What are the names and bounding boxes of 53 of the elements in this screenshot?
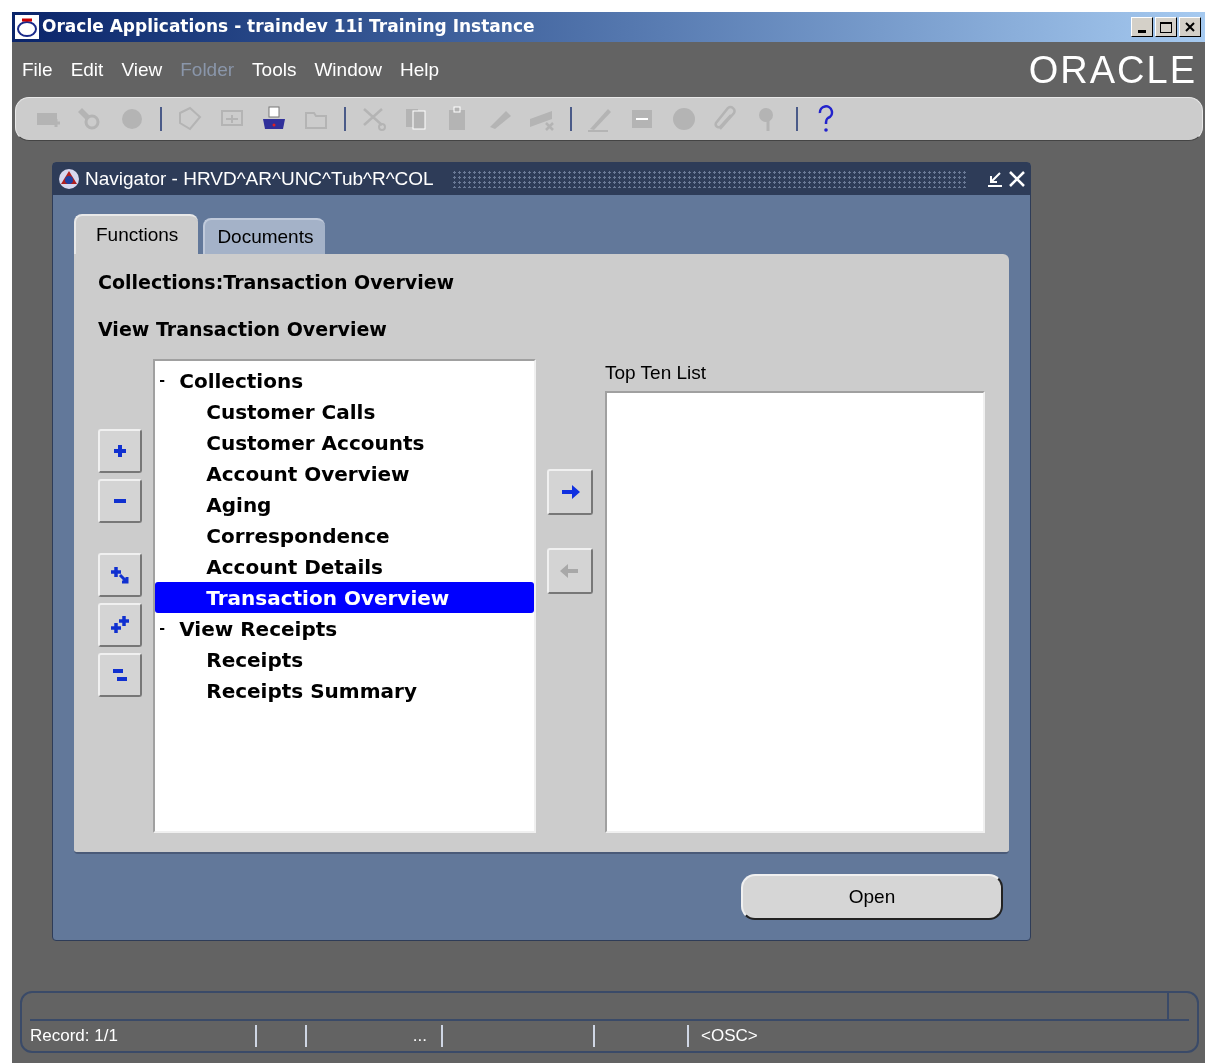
expand-branch-button[interactable] — [98, 553, 142, 597]
add-to-list-button[interactable] — [547, 469, 594, 515]
tree-item[interactable]: Aging — [155, 489, 534, 520]
collapse-button[interactable] — [98, 479, 142, 523]
selected-function-description: View Transaction Overview — [98, 316, 388, 342]
title-bar-grip[interactable] — [451, 170, 968, 188]
close-icon — [1185, 22, 1195, 32]
navigator-title: Navigator - HRVD^AR^UNC^Tub^R^COL — [85, 166, 434, 191]
minimize-button[interactable] — [1131, 17, 1153, 37]
maximize-button[interactable] — [1155, 17, 1177, 37]
tree-item[interactable]: Collections — [179, 365, 304, 396]
expanded-marker[interactable]: - — [155, 618, 180, 639]
close-button[interactable] — [1179, 17, 1201, 37]
tree-item[interactable]: Receipts Summary — [155, 675, 534, 706]
app-icon — [14, 14, 40, 40]
menu-item[interactable]: Tools — [252, 56, 297, 85]
expanded-marker[interactable]: - — [155, 370, 180, 391]
minimize-icon[interactable] — [986, 171, 1004, 187]
status-field: <OSC> — [701, 1023, 758, 1049]
selected-function-title: Collections:Transaction Overview — [98, 270, 456, 295]
tree-item[interactable]: Customer Accounts — [155, 427, 534, 458]
record-indicator: Record: 1/1 — [30, 1025, 119, 1048]
menu-item[interactable]: File — [22, 56, 53, 85]
maximize-icon — [1160, 21, 1172, 33]
open-button[interactable]: Open — [741, 874, 1003, 920]
expand-all-icon — [110, 615, 130, 635]
status-field: ... — [412, 1023, 427, 1049]
collapse-icon — [114, 499, 126, 503]
expand-branch-icon — [110, 565, 130, 585]
tree-item[interactable]: View Receipts — [179, 613, 338, 644]
tree-item[interactable]: Receipts — [155, 644, 534, 675]
tree-item[interactable]: Account Details — [155, 551, 534, 582]
oracle-logo: ORACLE — [1028, 50, 1197, 89]
tree-item[interactable]: Transaction Overview — [155, 582, 534, 613]
menu-item[interactable]: Help — [400, 56, 440, 85]
menu-item[interactable]: View — [121, 56, 163, 85]
expand-all-button[interactable] — [98, 603, 142, 647]
expand-button[interactable] — [98, 429, 142, 473]
close-icon[interactable] — [1008, 171, 1026, 187]
top-ten-label: Top Ten List — [605, 361, 708, 385]
tree-item[interactable]: Account Overview — [155, 458, 534, 489]
minimize-icon — [1138, 30, 1146, 33]
tab[interactable]: Documents — [203, 218, 326, 254]
left-arrow-icon — [560, 561, 581, 581]
menu-item[interactable]: Edit — [70, 56, 104, 85]
tab[interactable]: Functions — [74, 214, 199, 254]
navigator-icon — [57, 168, 81, 190]
tree-item[interactable]: Correspondence — [155, 520, 534, 551]
window-title: Oracle Applications - traindev 11i Training Instance — [42, 15, 535, 39]
menu-item[interactable]: Window — [314, 56, 382, 85]
right-arrow-icon — [560, 482, 581, 502]
collapse-all-button[interactable] — [98, 653, 142, 697]
tree-item[interactable]: Customer Calls — [155, 396, 534, 427]
